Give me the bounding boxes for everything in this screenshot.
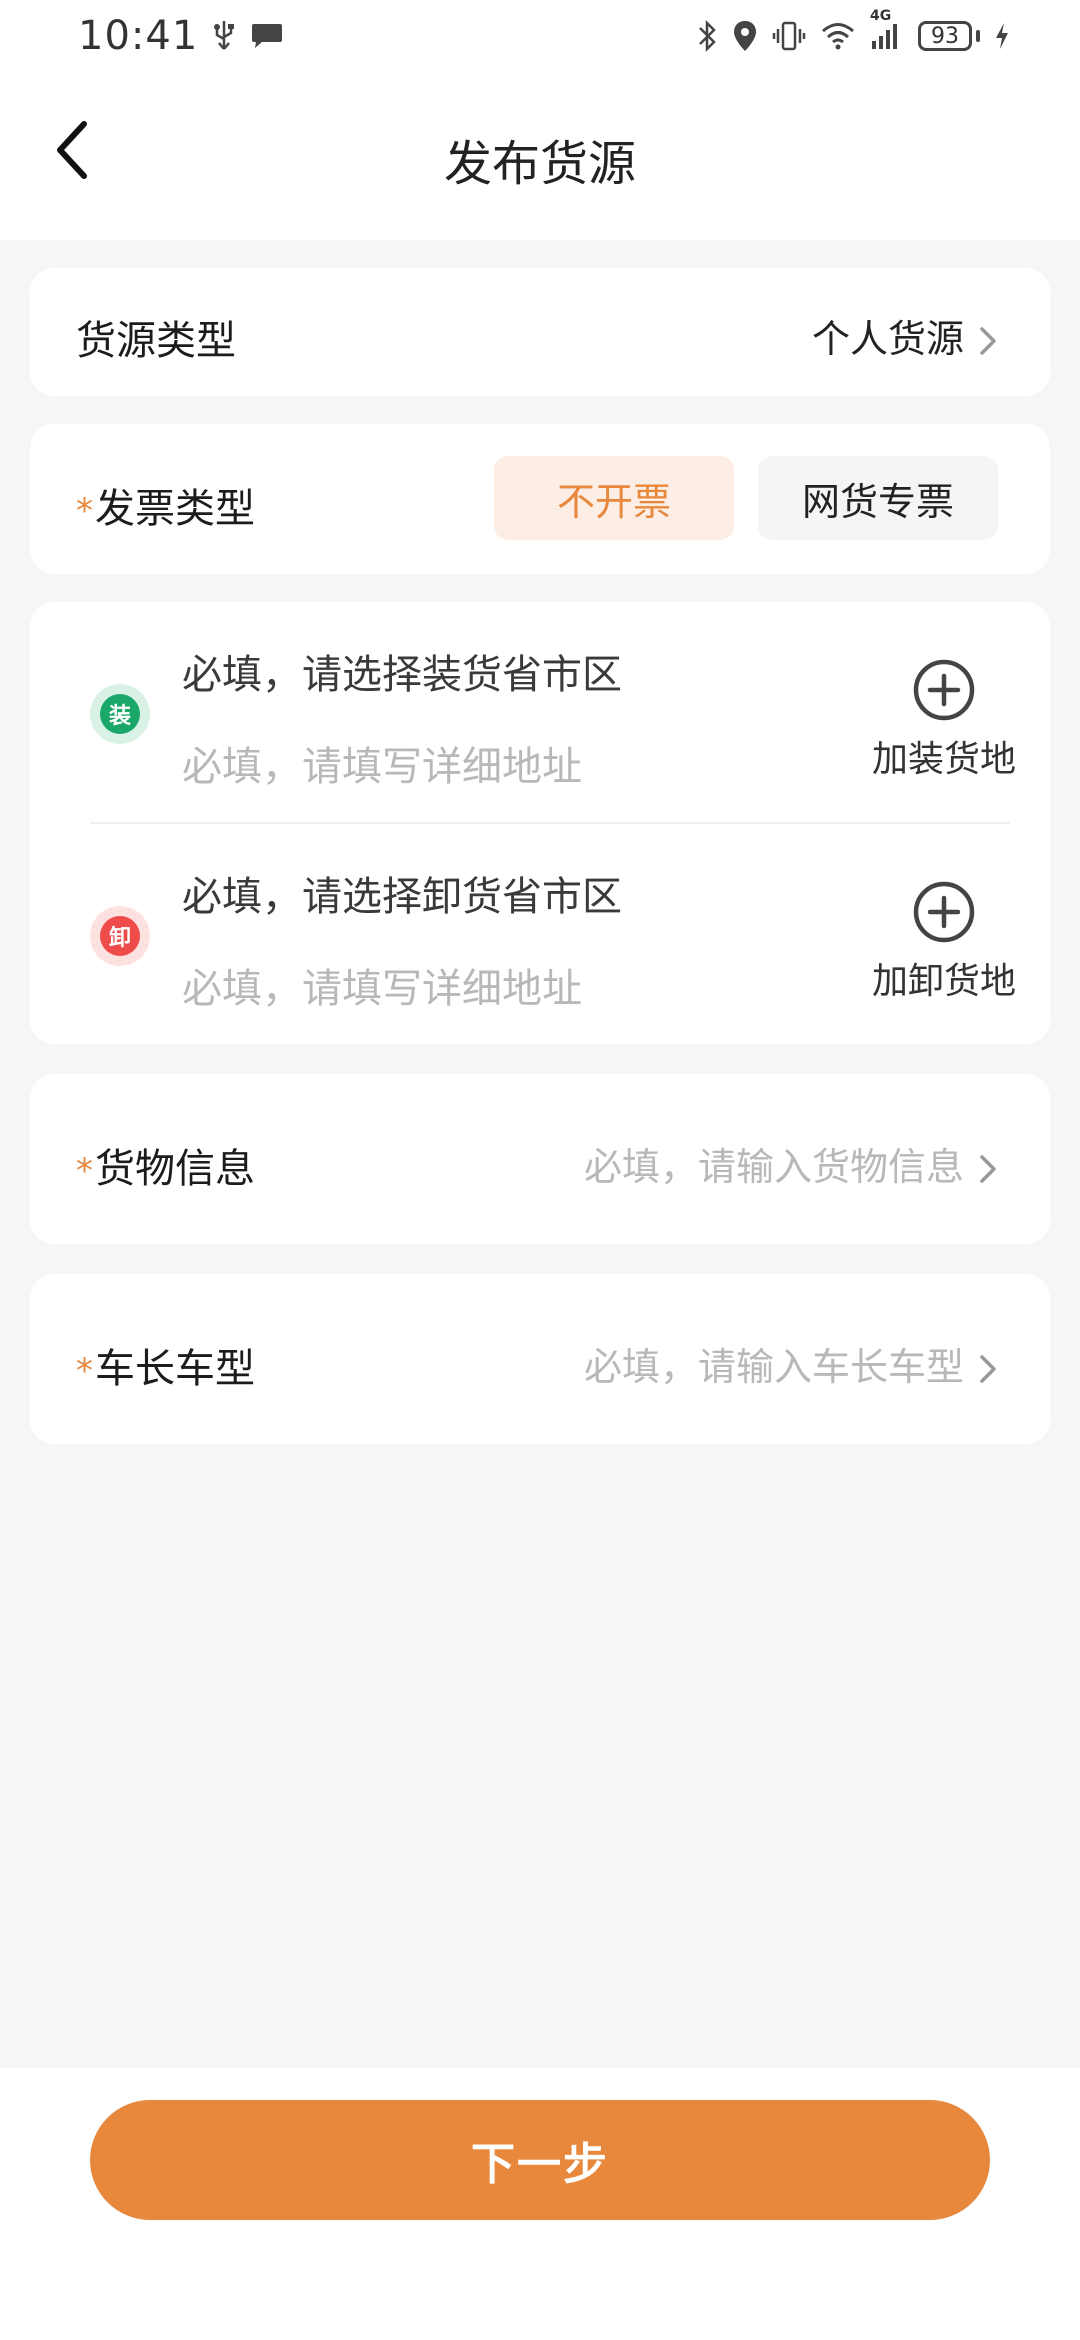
header: 发布货源 [0,72,1080,240]
unloading-badge-text: 卸 [100,916,140,956]
location-icon [732,16,758,56]
required-star: * [76,1351,93,1391]
vehicle-type-label: 车长车型 [95,1346,255,1392]
goods-info-placeholder: 必填，请输入货物信息 [583,1145,964,1189]
loading-address-block: 装 必填，请选择装货省市区 必填，请填写详细地址 加装货地 [30,602,1050,822]
add-loading-address-button[interactable]: 加装货地 [864,658,1024,782]
vehicle-type-label-row: *车长车型 [76,1336,255,1394]
loading-detail-input[interactable]: 必填，请填写详细地址 [182,734,582,792]
status-bar: 10:41 4G 93 [0,0,1080,72]
goods-info-card: *货物信息 必填，请输入货物信息 [30,1074,1050,1244]
invoice-type-label-row: *发票类型 [76,476,255,534]
invoice-option-no-invoice[interactable]: 不开票 [494,456,734,540]
signal-icon: 4G [870,8,900,56]
wifi-icon [820,16,856,56]
network-type-label: 4G [870,8,892,24]
page: 10:41 4G 93 发布货源 货源类型 个人货源 *发票类型 不开票 网货专… [0,0,1080,2340]
goods-info-label: 货物信息 [95,1146,255,1192]
address-card: 装 必填，请选择装货省市区 必填，请填写详细地址 加装货地 卸 必填，请选择卸货… [30,602,1050,1044]
add-unloading-address-button[interactable]: 加卸货地 [864,880,1024,1004]
chevron-right-icon [978,1349,998,1383]
battery-icon: 93 [918,21,972,51]
invoice-type-label: 发票类型 [95,486,255,532]
source-type-card: 货源类型 个人货源 [30,268,1050,396]
plus-circle-icon [864,658,1024,722]
goods-info-field[interactable]: 必填，请输入货物信息 [584,1136,998,1191]
next-step-button[interactable]: 下一步 [90,2100,990,2220]
vehicle-type-field[interactable]: 必填，请输入车长车型 [584,1336,998,1391]
source-type-selector[interactable]: 个人货源 [812,308,998,363]
loading-badge-text: 装 [100,694,140,734]
vehicle-type-placeholder: 必填，请输入车长车型 [583,1345,964,1389]
bottom-bar: 下一步 [0,2068,1080,2340]
required-star: * [76,1151,93,1191]
vehicle-type-card: *车长车型 必填，请输入车长车型 [30,1274,1050,1444]
plus-circle-icon [864,880,1024,944]
invoice-type-card: *发票类型 不开票 网货专票 [30,424,1050,574]
goods-info-label-row: *货物信息 [76,1136,255,1194]
loading-region-selector[interactable]: 必填，请选择装货省市区 [182,642,622,700]
unloading-badge: 卸 [90,906,150,966]
status-right: 4G 93 [696,8,1010,56]
page-title: 发布货源 [443,136,636,192]
unloading-region-selector[interactable]: 必填，请选择卸货省市区 [182,864,622,922]
unloading-detail-input[interactable]: 必填，请填写详细地址 [182,956,582,1014]
message-icon [250,16,284,56]
invoice-option-special-invoice[interactable]: 网货专票 [758,456,998,540]
status-left: 10:41 [78,13,284,59]
source-type-value: 个人货源 [811,317,964,361]
source-type-label: 货源类型 [76,318,236,364]
chevron-right-icon [978,321,998,355]
required-star: * [76,491,93,531]
vibrate-icon [772,16,806,56]
add-loading-address-label: 加装货地 [871,739,1016,780]
charging-icon [994,16,1010,56]
unloading-address-block: 卸 必填，请选择卸货省市区 必填，请填写详细地址 加卸货地 [30,824,1050,1044]
bluetooth-icon [696,16,718,56]
status-time: 10:41 [78,13,199,59]
battery-tip [976,30,980,42]
loading-badge: 装 [90,684,150,744]
usb-icon [212,16,236,56]
invoice-options: 不开票 网货专票 [494,456,998,540]
add-unloading-address-label: 加卸货地 [871,961,1016,1002]
chevron-right-icon [978,1149,998,1183]
